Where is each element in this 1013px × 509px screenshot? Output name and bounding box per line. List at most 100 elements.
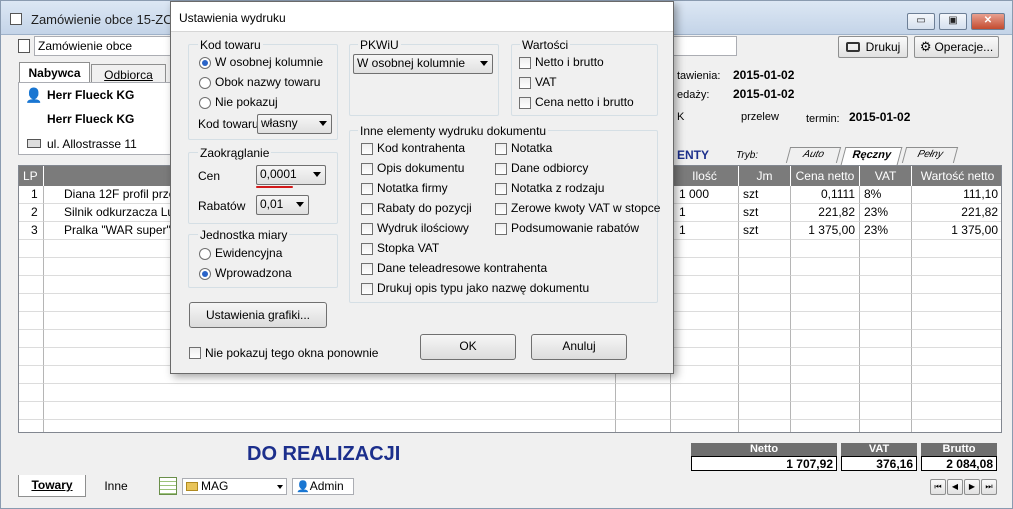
cell-name bbox=[44, 420, 616, 432]
inne-left-checkbox-2[interactable] bbox=[361, 183, 373, 195]
close-button[interactable]: ✕ bbox=[971, 13, 1005, 30]
inne-left-checkbox-0[interactable] bbox=[361, 143, 373, 155]
table-row[interactable] bbox=[19, 420, 1001, 432]
jm-radio-ewidencyjna[interactable] bbox=[199, 248, 211, 260]
jednostka-group-label: Jednostka miary bbox=[198, 228, 290, 242]
table-row[interactable] bbox=[19, 402, 1001, 420]
cell-lp bbox=[19, 384, 44, 402]
cell-price bbox=[791, 240, 860, 258]
column-header-lp[interactable]: LP bbox=[19, 166, 44, 186]
tab-nabywca[interactable]: Nabywca bbox=[19, 62, 90, 82]
maximize-button[interactable]: ▣ bbox=[939, 13, 967, 30]
tab-towary[interactable]: Towary bbox=[18, 475, 86, 497]
cell-vat bbox=[860, 402, 912, 420]
kod-towaru-combo[interactable]: własny bbox=[257, 114, 332, 134]
cell-vat bbox=[860, 348, 912, 366]
inne-left-checkbox-1[interactable] bbox=[361, 163, 373, 175]
cell-vat bbox=[860, 366, 912, 384]
gear-icon: ⚙ bbox=[919, 39, 932, 54]
payment-prefix: K bbox=[677, 111, 685, 123]
inne-left-checkbox-label: Rabaty do pozycji bbox=[377, 201, 472, 215]
app-icon bbox=[10, 13, 22, 25]
inne-right-checkbox-0[interactable] bbox=[495, 143, 507, 155]
table-row[interactable] bbox=[19, 384, 1001, 402]
nav-next-button[interactable]: ▶ bbox=[964, 479, 980, 495]
column-header-vat[interactable]: VAT bbox=[860, 166, 912, 186]
print-button[interactable]: Drukuj bbox=[838, 36, 908, 58]
nav-first-button[interactable]: ⏮ bbox=[930, 479, 946, 495]
payment-method[interactable]: przelew bbox=[741, 111, 779, 123]
cell-lp: 3 bbox=[19, 222, 44, 240]
operations-button[interactable]: ⚙ Operacje... bbox=[914, 36, 999, 58]
cell-unit bbox=[739, 420, 791, 432]
cell-qty bbox=[671, 402, 739, 420]
tab-reczny[interactable]: Ręczny bbox=[840, 147, 903, 165]
column-header-unit[interactable]: Jm bbox=[739, 166, 791, 186]
dont-show-again-checkbox[interactable] bbox=[189, 347, 201, 359]
nav-prev-button[interactable]: ◀ bbox=[947, 479, 963, 495]
cell-value bbox=[912, 312, 1001, 330]
wartosci-check-cena[interactable] bbox=[519, 97, 531, 109]
inne-right-checkbox-1[interactable] bbox=[495, 163, 507, 175]
user-field[interactable]: 👤Admin bbox=[292, 478, 354, 495]
inne-left-checkbox-5[interactable] bbox=[361, 243, 373, 255]
red-underline-annotation bbox=[256, 186, 293, 188]
cell-vat bbox=[860, 384, 912, 402]
buyer-name-2: Herr Flueck KG bbox=[47, 112, 135, 126]
cell-vat bbox=[860, 294, 912, 312]
cell-value bbox=[912, 366, 1001, 384]
cell-qty bbox=[671, 420, 739, 432]
inne-left-checkbox-7[interactable] bbox=[361, 283, 373, 295]
column-header-value[interactable]: Wartość netto bbox=[912, 166, 1001, 186]
cell-vat: 23% bbox=[860, 204, 912, 222]
column-header-qty[interactable]: Ilość bbox=[671, 166, 739, 186]
calendar-icon[interactable] bbox=[159, 477, 177, 495]
graphics-settings-button[interactable]: Ustawienia grafiki... bbox=[189, 302, 327, 328]
cell-value bbox=[912, 294, 1001, 312]
cell-qty bbox=[671, 294, 739, 312]
folder-icon bbox=[186, 482, 198, 491]
cell-value bbox=[912, 402, 1001, 420]
inne-right-column: Notatka Dane odbiorcy Notatka z rodzaju Zer… bbox=[493, 140, 660, 240]
tab-odbiorca[interactable]: Odbiorca bbox=[91, 64, 166, 82]
cen-rounding-combo[interactable]: 0,0001 bbox=[256, 165, 326, 185]
inne-right-checkbox-3[interactable] bbox=[495, 203, 507, 215]
jm-radio-wprowadzona[interactable] bbox=[199, 268, 211, 280]
cell-unit: szt bbox=[739, 204, 791, 222]
inne-left-checkbox-4[interactable] bbox=[361, 223, 373, 235]
column-header-price[interactable]: Cena netto bbox=[791, 166, 860, 186]
cell-lp bbox=[19, 420, 44, 432]
issue-date[interactable]: 2015-01-02 bbox=[733, 68, 794, 82]
tab-inne[interactable]: Inne bbox=[93, 477, 139, 495]
due-date[interactable]: 2015-01-02 bbox=[849, 110, 910, 124]
tab-auto[interactable]: Auto bbox=[785, 147, 842, 163]
rabatow-rounding-combo[interactable]: 0,01 bbox=[256, 195, 309, 215]
inne-left-checkbox-3[interactable] bbox=[361, 203, 373, 215]
inne-left-checkbox-label: Notatka firmy bbox=[377, 181, 448, 195]
nav-last-button[interactable]: ⏭ bbox=[981, 479, 997, 495]
minimize-button[interactable]: ▭ bbox=[907, 13, 935, 30]
pkwiu-combo[interactable]: W osobnej kolumnie bbox=[353, 54, 493, 74]
total-brutto-label: Brutto bbox=[921, 443, 997, 456]
cell-qty bbox=[671, 330, 739, 348]
inne-left-checkbox-6[interactable] bbox=[361, 263, 373, 275]
wartosci-check-netto-brutto[interactable] bbox=[519, 57, 531, 69]
tab-pelny[interactable]: Pełny bbox=[901, 147, 959, 163]
buyer-name: Herr Flueck KG bbox=[47, 88, 135, 102]
cancel-button[interactable]: Anuluj bbox=[531, 334, 627, 360]
ok-button[interactable]: OK bbox=[420, 334, 516, 360]
kod-radio-obok-label: Obok nazwy towaru bbox=[215, 75, 321, 89]
kod-radio-osobna[interactable] bbox=[199, 57, 211, 69]
inne-right-checkbox-4[interactable] bbox=[495, 223, 507, 235]
cell-qty: 1 bbox=[671, 222, 739, 240]
wartosci-check-vat[interactable] bbox=[519, 77, 531, 89]
sale-date[interactable]: 2015-01-02 bbox=[733, 87, 794, 101]
kod-radio-obok[interactable] bbox=[199, 77, 211, 89]
dialog-title: Ustawienia wydruku bbox=[179, 11, 286, 25]
cell-lp bbox=[19, 240, 44, 258]
cell-price bbox=[791, 276, 860, 294]
sale-date-label: edaży: bbox=[677, 89, 710, 101]
kod-radio-nie[interactable] bbox=[199, 97, 211, 109]
inne-right-checkbox-2[interactable] bbox=[495, 183, 507, 195]
warehouse-select[interactable]: MAG bbox=[182, 478, 287, 495]
